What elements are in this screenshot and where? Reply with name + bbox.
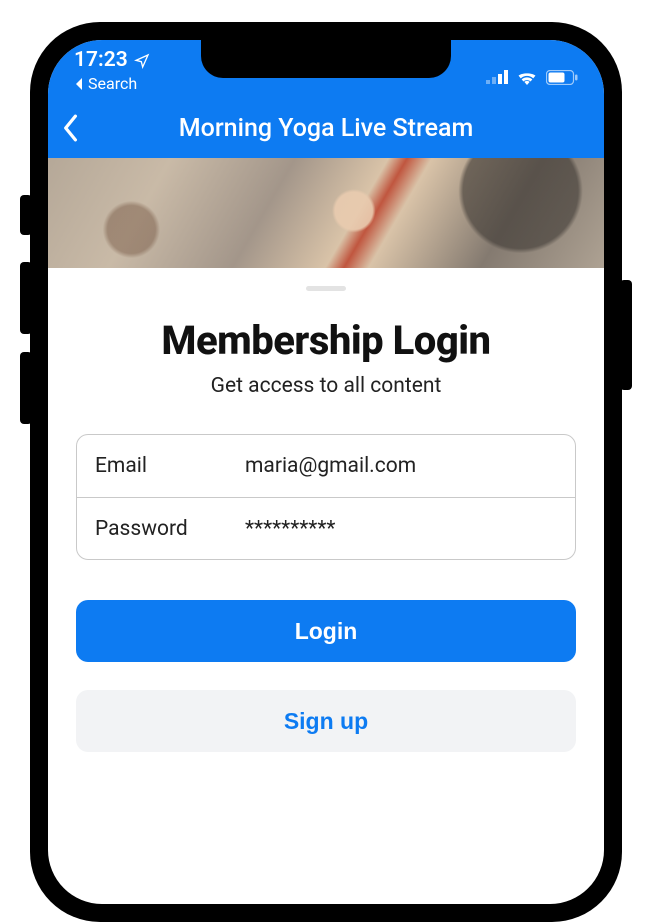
nav-bar: Morning Yoga Live Stream [48, 98, 604, 158]
login-button[interactable]: Login [76, 600, 576, 662]
email-field[interactable] [245, 454, 557, 478]
sheet-title: Membership Login [76, 317, 576, 364]
location-icon [134, 53, 150, 69]
back-to-app[interactable]: Search [74, 74, 137, 93]
hero-image [48, 158, 604, 268]
wifi-icon [516, 69, 538, 85]
email-label: Email [95, 454, 245, 478]
battery-icon [546, 70, 578, 85]
status-time: 17:23 [74, 50, 128, 71]
signup-button[interactable]: Sign up [76, 690, 576, 752]
password-row: Password [77, 497, 575, 559]
credentials-group: Email Password [76, 434, 576, 560]
phone-frame: 17:23 Search [30, 22, 622, 922]
email-row: Email [77, 435, 575, 497]
screen: 17:23 Search [48, 40, 604, 904]
phone-notch [201, 40, 451, 78]
sheet-subtitle: Get access to all content [76, 374, 576, 398]
sheet-handle[interactable] [306, 286, 346, 291]
caret-left-icon [74, 78, 84, 90]
page-title: Morning Yoga Live Stream [62, 114, 590, 143]
back-to-app-label: Search [88, 74, 137, 93]
password-label: Password [95, 517, 245, 541]
password-field[interactable] [245, 517, 557, 541]
cellular-icon [486, 70, 508, 84]
login-sheet: Membership Login Get access to all conte… [48, 268, 604, 752]
